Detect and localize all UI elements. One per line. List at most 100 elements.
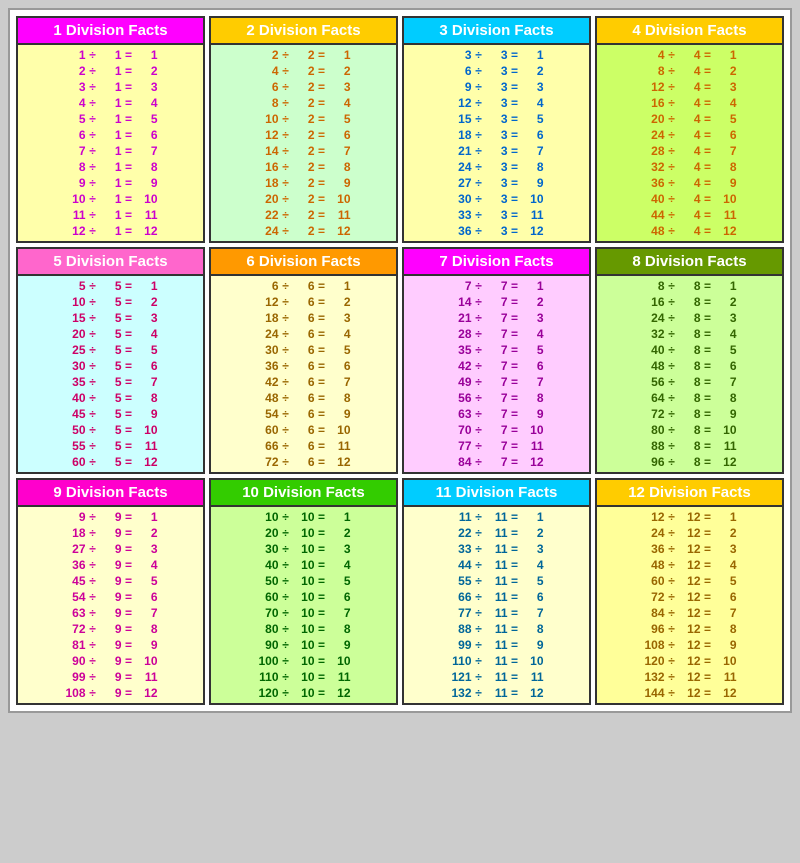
- fact-row: 50 ÷ 10 = 5: [215, 573, 392, 589]
- dividend: 21: [450, 311, 472, 325]
- divisor: 10: [293, 526, 315, 540]
- dividend: 66: [450, 590, 472, 604]
- equals-sign: =: [315, 144, 329, 158]
- equals-sign: =: [701, 510, 715, 524]
- equals-sign: =: [122, 327, 136, 341]
- divisor: 8: [679, 295, 701, 309]
- dividend: 8: [643, 279, 665, 293]
- division-sign: ÷: [665, 144, 679, 158]
- equals-sign: =: [122, 606, 136, 620]
- division-sign: ÷: [279, 606, 293, 620]
- divisor: 9: [100, 622, 122, 636]
- dividend: 10: [64, 295, 86, 309]
- dividend: 20: [257, 192, 279, 206]
- quotient: 8: [136, 391, 158, 405]
- quotient: 9: [522, 176, 544, 190]
- fact-row: 66 ÷ 11 = 6: [408, 589, 585, 605]
- quotient: 10: [136, 423, 158, 437]
- division-sign: ÷: [86, 295, 100, 309]
- quotient: 11: [715, 208, 737, 222]
- divisor: 8: [679, 439, 701, 453]
- division-sign: ÷: [665, 558, 679, 572]
- equals-sign: =: [701, 295, 715, 309]
- quotient: 2: [136, 526, 158, 540]
- equals-sign: =: [508, 343, 522, 357]
- fact-row: 36 ÷ 4 = 9: [601, 175, 778, 191]
- division-sign: ÷: [279, 686, 293, 700]
- fact-row: 100 ÷ 10 = 10: [215, 653, 392, 669]
- section-3-table: 3 ÷ 3 = 16 ÷ 3 = 29 ÷ 3 = 312 ÷ 3 = 415 …: [404, 45, 589, 241]
- section-5: 5 Division Facts5 ÷ 5 = 110 ÷ 5 = 215 ÷ …: [16, 247, 205, 474]
- divisor: 3: [486, 208, 508, 222]
- equals-sign: =: [508, 160, 522, 174]
- divisor: 12: [679, 670, 701, 684]
- division-sign: ÷: [665, 279, 679, 293]
- fact-row: 28 ÷ 7 = 4: [408, 326, 585, 342]
- section-12-header: 12 Division Facts: [597, 480, 782, 507]
- equals-sign: =: [315, 311, 329, 325]
- fact-row: 15 ÷ 3 = 5: [408, 111, 585, 127]
- dividend: 24: [643, 526, 665, 540]
- equals-sign: =: [122, 375, 136, 389]
- equals-sign: =: [701, 128, 715, 142]
- dividend: 50: [64, 423, 86, 437]
- division-sign: ÷: [279, 391, 293, 405]
- fact-row: 20 ÷ 5 = 4: [22, 326, 199, 342]
- fact-row: 28 ÷ 4 = 7: [601, 143, 778, 159]
- section-4: 4 Division Facts4 ÷ 4 = 18 ÷ 4 = 212 ÷ 4…: [595, 16, 784, 243]
- dividend: 77: [450, 606, 472, 620]
- equals-sign: =: [315, 510, 329, 524]
- divisor: 11: [486, 590, 508, 604]
- quotient: 8: [329, 622, 351, 636]
- division-sign: ÷: [472, 510, 486, 524]
- division-sign: ÷: [472, 622, 486, 636]
- dividend: 20: [643, 112, 665, 126]
- equals-sign: =: [315, 542, 329, 556]
- divisor: 12: [679, 590, 701, 604]
- fact-row: 3 ÷ 3 = 1: [408, 47, 585, 63]
- fact-row: 32 ÷ 4 = 8: [601, 159, 778, 175]
- divisor: 6: [293, 311, 315, 325]
- equals-sign: =: [122, 622, 136, 636]
- fact-row: 77 ÷ 11 = 7: [408, 605, 585, 621]
- equals-sign: =: [315, 606, 329, 620]
- dividend: 88: [450, 622, 472, 636]
- divisor: 7: [486, 407, 508, 421]
- division-sign: ÷: [665, 96, 679, 110]
- section-2-header: 2 Division Facts: [211, 18, 396, 45]
- division-sign: ÷: [665, 670, 679, 684]
- equals-sign: =: [122, 654, 136, 668]
- dividend: 81: [64, 638, 86, 652]
- divisor: 2: [293, 208, 315, 222]
- division-sign: ÷: [279, 112, 293, 126]
- fact-row: 44 ÷ 4 = 11: [601, 207, 778, 223]
- divisor: 4: [679, 192, 701, 206]
- divisor: 5: [100, 279, 122, 293]
- division-sign: ÷: [279, 80, 293, 94]
- divisor: 12: [679, 638, 701, 652]
- fact-row: 10 ÷ 1 = 10: [22, 191, 199, 207]
- fact-row: 20 ÷ 4 = 5: [601, 111, 778, 127]
- section-6-header: 6 Division Facts: [211, 249, 396, 276]
- divisor: 12: [679, 654, 701, 668]
- divisor: 9: [100, 542, 122, 556]
- divisor: 10: [293, 574, 315, 588]
- quotient: 2: [715, 526, 737, 540]
- division-sign: ÷: [86, 144, 100, 158]
- equals-sign: =: [315, 686, 329, 700]
- quotient: 7: [136, 606, 158, 620]
- division-sign: ÷: [472, 407, 486, 421]
- fact-row: 96 ÷ 8 = 12: [601, 454, 778, 470]
- divisor: 3: [486, 80, 508, 94]
- fact-row: 22 ÷ 2 = 11: [215, 207, 392, 223]
- fact-row: 20 ÷ 10 = 2: [215, 525, 392, 541]
- fact-row: 6 ÷ 1 = 6: [22, 127, 199, 143]
- quotient: 5: [715, 343, 737, 357]
- fact-row: 33 ÷ 3 = 11: [408, 207, 585, 223]
- fact-row: 10 ÷ 2 = 5: [215, 111, 392, 127]
- section-4-header: 4 Division Facts: [597, 18, 782, 45]
- dividend: 55: [64, 439, 86, 453]
- division-sign: ÷: [472, 359, 486, 373]
- divisor: 4: [679, 160, 701, 174]
- divisor: 10: [293, 542, 315, 556]
